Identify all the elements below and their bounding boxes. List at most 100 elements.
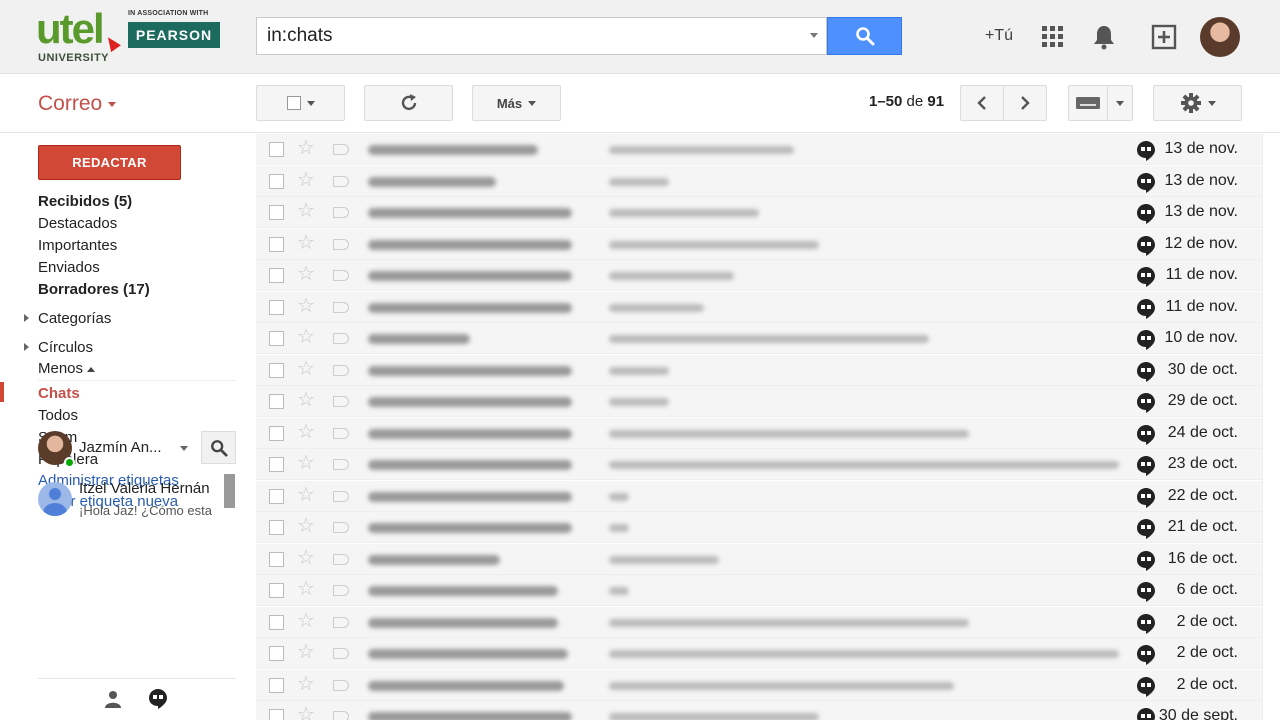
importance-marker-icon[interactable] <box>333 585 349 596</box>
importance-marker-icon[interactable] <box>333 333 349 344</box>
chevron-down-icon[interactable] <box>180 446 188 451</box>
importance-marker-icon[interactable] <box>333 207 349 218</box>
chat-search-button[interactable] <box>201 431 236 464</box>
importance-marker-icon[interactable] <box>333 616 349 628</box>
star-icon[interactable]: ☆ <box>297 296 315 316</box>
message-row[interactable]: ☆ 30 de oct. <box>256 354 1262 386</box>
row-checkbox[interactable] <box>269 394 284 409</box>
importance-marker-icon[interactable] <box>333 427 349 439</box>
message-row[interactable]: ☆ 11 de nov. <box>256 291 1262 323</box>
sidebar-item-chats[interactable]: Chats <box>38 385 80 402</box>
row-checkbox[interactable] <box>269 457 284 472</box>
importance-marker-icon[interactable] <box>333 648 349 659</box>
row-checkbox[interactable] <box>269 299 284 315</box>
message-row[interactable]: ☆ 30 de sept. <box>256 701 1262 720</box>
star-icon[interactable]: ☆ <box>297 201 315 221</box>
importance-marker-icon[interactable] <box>333 522 349 533</box>
row-checkbox[interactable] <box>269 425 284 441</box>
input-tools-button[interactable] <box>1068 85 1108 121</box>
notifications-bell-icon[interactable] <box>1092 24 1116 55</box>
sidebar-item-drafts[interactable]: Borradores (17) <box>38 281 150 298</box>
contact-name[interactable]: Itzel Valeria Hernán <box>79 480 215 497</box>
row-checkbox[interactable] <box>269 173 284 189</box>
row-checkbox[interactable] <box>269 142 284 157</box>
row-checkbox[interactable] <box>269 205 284 220</box>
older-page-button[interactable] <box>1003 85 1047 121</box>
message-row[interactable]: ☆ 6 de oct. <box>256 575 1262 606</box>
plus-you-link[interactable]: +Tú <box>985 27 1013 45</box>
message-row[interactable]: ☆ 10 de nov. <box>256 323 1262 354</box>
star-icon[interactable]: ☆ <box>297 548 315 568</box>
select-all-button[interactable] <box>256 85 345 121</box>
row-checkbox[interactable] <box>269 646 284 661</box>
list-scrollbar[interactable] <box>1262 134 1280 720</box>
row-checkbox[interactable] <box>269 614 284 630</box>
importance-marker-icon[interactable] <box>333 711 349 720</box>
apps-grid-icon[interactable] <box>1042 26 1063 47</box>
utel-logo[interactable]: utel UNIVERSITY IN ASSOCIATION WITH PEAR… <box>36 8 226 68</box>
row-checkbox[interactable] <box>269 331 284 346</box>
importance-marker-icon[interactable] <box>333 364 349 376</box>
contact-last-message[interactable]: ¡Hola Jaz! ¿Cómo esta <box>79 503 215 518</box>
importance-marker-icon[interactable] <box>333 175 349 187</box>
star-icon[interactable]: ☆ <box>297 327 315 347</box>
star-icon[interactable]: ☆ <box>297 705 315 720</box>
refresh-button[interactable] <box>364 85 453 121</box>
expand-arrow-icon[interactable] <box>24 343 29 351</box>
importance-marker-icon[interactable] <box>333 144 349 155</box>
sidebar-item-important[interactable]: Importantes <box>38 237 117 254</box>
star-icon[interactable]: ☆ <box>297 422 315 442</box>
expand-arrow-icon[interactable] <box>24 314 29 322</box>
sidebar-item-inbox[interactable]: Recibidos (5) <box>38 193 132 210</box>
row-checkbox[interactable] <box>269 677 284 693</box>
sidebar-item-categories[interactable]: Categorías <box>38 310 111 327</box>
star-icon[interactable]: ☆ <box>297 611 315 631</box>
mail-app-switcher[interactable]: Correo <box>38 92 117 116</box>
profile-avatar[interactable] <box>1200 17 1240 57</box>
sidebar-item-circles[interactable]: Círculos <box>38 339 93 356</box>
message-row[interactable]: ☆ 2 de oct. <box>256 638 1262 669</box>
message-row[interactable]: ☆ 29 de oct. <box>256 386 1262 417</box>
star-icon[interactable]: ☆ <box>297 170 315 190</box>
message-row[interactable]: ☆ 2 de oct. <box>256 606 1262 638</box>
star-icon[interactable]: ☆ <box>297 516 315 536</box>
add-to-circle-icon[interactable] <box>1151 24 1177 55</box>
star-icon[interactable]: ☆ <box>297 390 315 410</box>
message-row[interactable]: ☆ 12 de nov. <box>256 228 1262 260</box>
star-icon[interactable]: ☆ <box>297 359 315 379</box>
importance-marker-icon[interactable] <box>333 396 349 407</box>
sidebar-item-less[interactable]: Menos <box>38 360 96 377</box>
row-checkbox[interactable] <box>269 551 284 567</box>
message-row[interactable]: ☆ 24 de oct. <box>256 417 1262 449</box>
message-row[interactable]: ☆ 13 de nov. <box>256 134 1262 165</box>
message-row[interactable]: ☆ 2 de oct. <box>256 669 1262 701</box>
input-tools-menu-button[interactable] <box>1107 85 1133 121</box>
search-options-caret-icon[interactable] <box>810 33 818 38</box>
message-row[interactable]: ☆ 13 de nov. <box>256 197 1262 228</box>
importance-marker-icon[interactable] <box>333 490 349 502</box>
star-icon[interactable]: ☆ <box>297 579 315 599</box>
star-icon[interactable]: ☆ <box>297 674 315 694</box>
sidebar-item-starred[interactable]: Destacados <box>38 215 117 232</box>
newer-page-button[interactable] <box>960 85 1004 121</box>
chat-scrollbar[interactable] <box>224 474 235 508</box>
star-icon[interactable]: ☆ <box>297 233 315 253</box>
star-icon[interactable]: ☆ <box>297 264 315 284</box>
more-actions-button[interactable]: Más <box>472 85 561 121</box>
person-icon[interactable] <box>104 690 122 713</box>
my-chat-name[interactable]: Jazmín An... <box>79 439 162 456</box>
importance-marker-icon[interactable] <box>333 301 349 313</box>
row-checkbox[interactable] <box>269 236 284 252</box>
contact-avatar[interactable] <box>38 482 72 516</box>
message-row[interactable]: ☆ 13 de nov. <box>256 165 1262 197</box>
star-icon[interactable]: ☆ <box>297 485 315 505</box>
search-button[interactable] <box>827 17 902 55</box>
star-icon[interactable]: ☆ <box>297 453 315 473</box>
message-row[interactable]: ☆ 11 de nov. <box>256 260 1262 291</box>
settings-button[interactable] <box>1153 85 1242 121</box>
importance-marker-icon[interactable] <box>333 679 349 691</box>
importance-marker-icon[interactable] <box>333 238 349 250</box>
row-checkbox[interactable] <box>269 362 284 378</box>
sidebar-item-sent[interactable]: Enviados <box>38 259 100 276</box>
importance-marker-icon[interactable] <box>333 459 349 470</box>
